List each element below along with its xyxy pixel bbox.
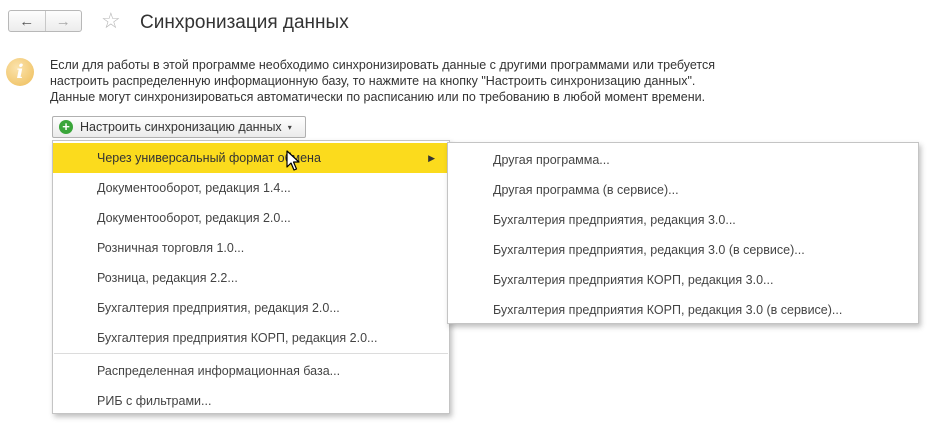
submenu-arrow-icon: ▶ [428, 153, 435, 163]
submenu-item[interactable]: Бухгалтерия предприятия КОРП, редакция 3… [448, 295, 918, 325]
back-button[interactable]: ← [9, 11, 45, 31]
menu-item[interactable]: Розничная торговля 1.0... [53, 233, 449, 263]
submenu: Другая программа... Другая программа (в … [447, 142, 919, 324]
menu-item[interactable]: Документооборот, редакция 2.0... [53, 203, 449, 233]
arrow-right-icon: → [55, 12, 71, 30]
chevron-down-icon: ▾ [287, 122, 292, 132]
forward-button[interactable]: → [44, 11, 82, 31]
setup-sync-label: Настроить синхронизацию данных [80, 120, 282, 134]
menu-item-universal-format[interactable]: Через универсальный формат обмена ▶ [53, 143, 449, 173]
menu-item[interactable]: Бухгалтерия предприятия, редакция 2.0... [53, 293, 449, 323]
submenu-item[interactable]: Другая программа... [448, 145, 918, 175]
dropdown-menu: Через универсальный формат обмена ▶ Доку… [52, 140, 450, 414]
page-title: Синхронизация данных [140, 12, 349, 33]
menu-item[interactable]: Распределенная информационная база... [53, 356, 449, 386]
menu-item[interactable]: Розница, редакция 2.2... [53, 263, 449, 293]
arrow-left-icon: ← [19, 12, 35, 30]
submenu-item[interactable]: Бухгалтерия предприятия, редакция 3.0 (в… [448, 235, 918, 265]
menu-item[interactable]: Документооборот, редакция 1.4... [53, 173, 449, 203]
star-icon[interactable]: ☆ [101, 8, 121, 34]
submenu-item[interactable]: Бухгалтерия предприятия, редакция 3.0... [448, 205, 918, 235]
setup-sync-button[interactable]: + Настроить синхронизацию данных ▾ [52, 116, 306, 138]
menu-item[interactable]: Бухгалтерия предприятия КОРП, редакция 2… [53, 323, 449, 353]
mouse-cursor-icon [286, 150, 300, 171]
info-line: Данные могут синхронизироваться автомати… [50, 90, 706, 104]
info-text: Если для работы в этой программе необход… [50, 57, 715, 105]
menu-separator [54, 353, 448, 354]
plus-icon: + [59, 120, 73, 134]
info-icon: i [6, 58, 34, 86]
navigation-buttons: ← → [8, 10, 82, 32]
menu-item[interactable]: РИБ с фильтрами... [53, 386, 449, 416]
info-line: настроить распределенную информационную … [50, 74, 696, 88]
submenu-item[interactable]: Другая программа (в сервисе)... [448, 175, 918, 205]
info-line: Если для работы в этой программе необход… [50, 58, 716, 72]
submenu-item[interactable]: Бухгалтерия предприятия КОРП, редакция 3… [448, 265, 918, 295]
